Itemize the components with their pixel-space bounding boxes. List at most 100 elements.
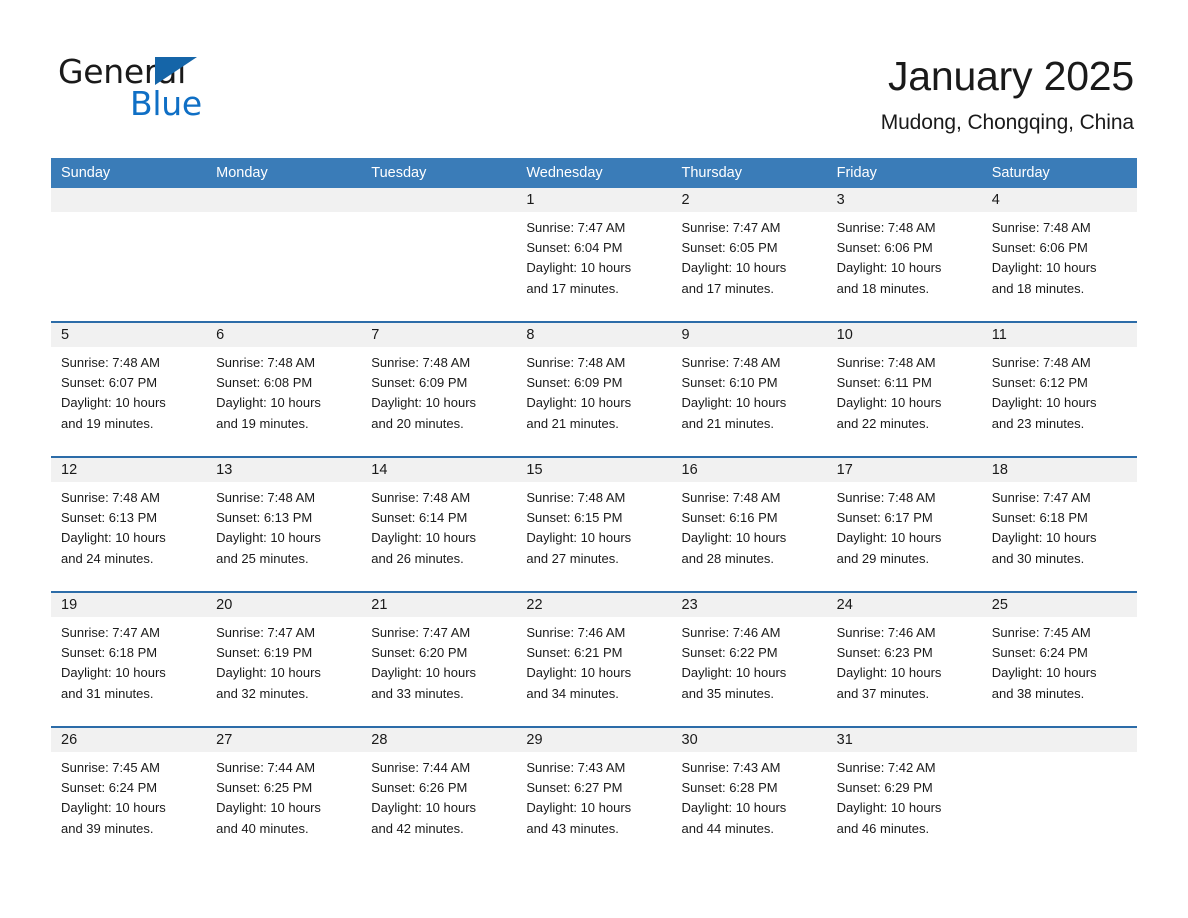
day-detail-line: Sunset: 6:15 PM [526,510,623,526]
day-cell[interactable]: Sunrise: 7:48 AM Sunset: 6:06 PM Daylight:… [982,212,1137,321]
day-number[interactable]: 27 [206,728,361,752]
day-detail-line: Sunrise: 7:48 AM [836,490,936,505]
weekday-header-tuesday: Tuesday [371,165,427,181]
weekday-header-sunday: Sunday [61,165,111,181]
day-cell[interactable]: Sunrise: 7:48 AM Sunset: 6:09 PM Daylight:… [361,347,516,456]
day-detail-line: and 28 minutes. [681,550,775,566]
day-detail-line: and 18 minutes. [991,280,1085,296]
day-detail-line: and 39 minutes. [61,820,154,836]
day-cell[interactable]: Sunrise: 7:48 AM Sunset: 6:12 PM Daylight:… [982,347,1137,456]
day-cell[interactable]: Sunrise: 7:48 AM Sunset: 6:08 PM Daylight:… [206,347,361,456]
day-number[interactable]: 19 [51,593,206,617]
day-cell[interactable]: Sunrise: 7:48 AM Sunset: 6:16 PM Daylight:… [672,482,827,591]
day-detail-line: Daylight: 10 hours [681,665,787,681]
day-detail-line: Sunrise: 7:44 AM [371,760,471,775]
day-cell[interactable]: Sunrise: 7:47 AM Sunset: 6:18 PM Daylight:… [982,482,1137,591]
day-detail-line: Sunrise: 7:46 AM [836,625,936,640]
day-number[interactable]: 22 [516,593,671,617]
day-number[interactable]: 23 [672,593,827,617]
day-detail-line: Sunset: 6:28 PM [681,780,778,796]
day-number[interactable]: 4 [982,188,1137,212]
day-cell[interactable]: Sunrise: 7:48 AM Sunset: 6:14 PM Daylight:… [361,482,516,591]
day-cell[interactable]: Sunrise: 7:47 AM Sunset: 6:20 PM Daylight:… [361,617,516,726]
day-number[interactable]: 2 [672,188,827,212]
day-detail-line: Sunrise: 7:48 AM [371,490,471,505]
day-number[interactable]: 7 [361,323,516,347]
day-number[interactable]: 1 [516,188,671,212]
day-cell[interactable]: Sunrise: 7:47 AM Sunset: 6:05 PM Daylight:… [672,212,827,321]
day-cell[interactable]: Sunrise: 7:42 AM Sunset: 6:29 PM Daylight:… [827,752,982,855]
day-detail-line: Daylight: 10 hours [526,260,632,276]
week-day-numbers: 12 13 14 15 16 17 18 [51,458,1137,482]
day-number[interactable]: 29 [516,728,671,752]
day-detail-line: Sunrise: 7:43 AM [681,760,781,775]
day-cell[interactable]: Sunrise: 7:46 AM Sunset: 6:21 PM Daylight:… [516,617,671,726]
day-cell[interactable]: Sunrise: 7:46 AM Sunset: 6:23 PM Daylight:… [827,617,982,726]
day-cell[interactable]: Sunrise: 7:48 AM Sunset: 6:13 PM Daylight:… [206,482,361,591]
day-cell[interactable]: Sunrise: 7:48 AM Sunset: 6:17 PM Daylight:… [827,482,982,591]
calendar-week-row: 5 6 7 8 9 10 11 Sunrise: 7:48 AM Sunset: 6:07 PM… [51,321,1137,456]
day-detail-line: Daylight: 10 hours [526,530,632,546]
day-number[interactable]: 8 [516,323,671,347]
day-number[interactable]: 20 [206,593,361,617]
day-number[interactable]: 16 [672,458,827,482]
day-number[interactable]: 3 [827,188,982,212]
day-detail-line: and 24 minutes. [61,550,154,566]
day-cell[interactable]: Sunrise: 7:48 AM Sunset: 6:09 PM Daylight:… [516,347,671,456]
day-number[interactable]: 18 [982,458,1137,482]
general-blue-logo[interactable]: General Blue [58,52,358,124]
weekday-header-thursday: Thursday [681,165,742,181]
day-cell[interactable]: Sunrise: 7:48 AM Sunset: 6:10 PM Daylight:… [672,347,827,456]
empty-day-number [206,188,361,212]
day-number[interactable]: 13 [206,458,361,482]
day-detail-line: Sunset: 6:10 PM [681,375,778,391]
day-number[interactable]: 9 [672,323,827,347]
day-number[interactable]: 21 [361,593,516,617]
day-number[interactable]: 26 [51,728,206,752]
day-detail-line: and 46 minutes. [836,820,930,836]
day-cell[interactable]: Sunrise: 7:46 AM Sunset: 6:22 PM Daylight:… [672,617,827,726]
day-number[interactable]: 6 [206,323,361,347]
day-detail-line: Sunrise: 7:48 AM [61,490,160,505]
day-cell[interactable]: Sunrise: 7:45 AM Sunset: 6:24 PM Daylight:… [982,617,1137,726]
day-cell[interactable]: Sunrise: 7:48 AM Sunset: 6:07 PM Daylight:… [51,347,206,456]
day-detail-line: and 20 minutes. [371,415,464,431]
day-detail-line: and 22 minutes. [836,415,930,431]
day-cell[interactable]: Sunrise: 7:48 AM Sunset: 6:15 PM Daylight:… [516,482,671,591]
day-number[interactable]: 30 [672,728,827,752]
day-number[interactable]: 11 [982,323,1137,347]
weekday-header-wednesday: Wednesday [526,165,603,181]
page-header: General Blue January 2025 Mudong, Chongq… [0,0,1188,152]
day-cell[interactable]: Sunrise: 7:47 AM Sunset: 6:18 PM Daylight:… [51,617,206,726]
day-number[interactable]: 14 [361,458,516,482]
day-detail-line: and 40 minutes. [216,820,309,836]
day-cell[interactable]: Sunrise: 7:48 AM Sunset: 6:11 PM Daylight:… [827,347,982,456]
day-number[interactable]: 10 [827,323,982,347]
day-detail-line: and 21 minutes. [681,415,775,431]
day-cell[interactable]: Sunrise: 7:44 AM Sunset: 6:26 PM Daylight:… [361,752,516,855]
page-title: January 2025 [887,53,1134,99]
day-cell[interactable]: Sunrise: 7:47 AM Sunset: 6:04 PM Daylight:… [516,212,671,321]
day-cell[interactable]: Sunrise: 7:45 AM Sunset: 6:24 PM Daylight:… [51,752,206,855]
day-cell[interactable]: Sunrise: 7:48 AM Sunset: 6:13 PM Daylight:… [51,482,206,591]
day-number[interactable]: 12 [51,458,206,482]
day-detail-line: and 17 minutes. [526,280,619,296]
empty-day-number [361,188,516,212]
day-number[interactable]: 25 [982,593,1137,617]
title-block: January 2025 Mudong, Chongqing, China [881,50,1134,138]
day-number[interactable]: 24 [827,593,982,617]
day-cell[interactable]: Sunrise: 7:48 AM Sunset: 6:06 PM Daylight:… [827,212,982,321]
day-cell[interactable]: Sunrise: 7:47 AM Sunset: 6:19 PM Daylight:… [206,617,361,726]
day-number[interactable]: 28 [361,728,516,752]
day-cell[interactable]: Sunrise: 7:43 AM Sunset: 6:27 PM Daylight:… [516,752,671,855]
day-cell[interactable]: Sunrise: 7:44 AM Sunset: 6:25 PM Daylight:… [206,752,361,855]
day-number[interactable]: 17 [827,458,982,482]
day-detail-line: and 33 minutes. [371,685,464,701]
day-number[interactable]: 31 [827,728,982,752]
day-cell[interactable]: Sunrise: 7:43 AM Sunset: 6:28 PM Daylight:… [672,752,827,855]
day-detail-line: Sunrise: 7:48 AM [836,220,936,235]
day-detail-line: Sunrise: 7:48 AM [991,355,1091,370]
day-number[interactable]: 5 [51,323,206,347]
day-number[interactable]: 15 [516,458,671,482]
day-detail-line: Sunrise: 7:48 AM [836,355,936,370]
